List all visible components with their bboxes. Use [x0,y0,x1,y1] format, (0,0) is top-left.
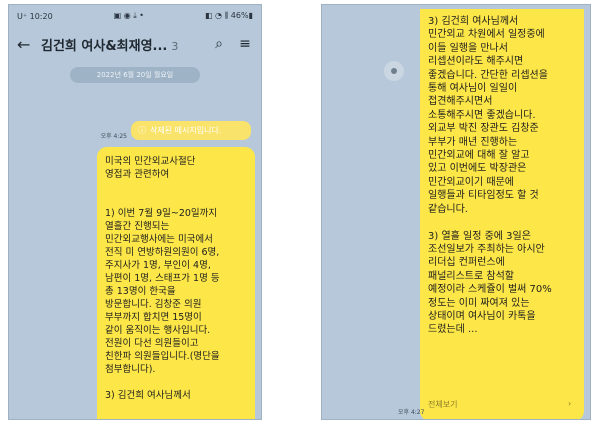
chat-header: ← 김건희 여사&최재영... 3 ⌕ ≡ [9,27,261,61]
back-arrow-icon[interactable]: ← [17,35,31,54]
deleted-message-bubble[interactable]: ⓘ 삭제된 메시지입니다. [131,121,251,140]
status-bar: U⁺ 10:20 ▣ ◉ ⤓ • ◧ ◔ ⫼ 46%▮ [9,5,261,27]
search-icon[interactable]: ⌕ [211,36,227,52]
date-divider: 2022년 6월 20일 월요일 [70,67,200,83]
message-bubble[interactable]: 3) 김건희 여사님께서 민간외교 차원에서 일정중에 이들 일행을 만나서 리… [420,9,584,419]
chat-title-text: 김건희 여사&최재영... [41,38,168,54]
battery-status: ◧ ◔ ⫼ 46%▮ [204,11,253,20]
chevron-right-icon[interactable]: › [568,399,571,408]
avatar-icon [391,68,397,74]
message-time: 오후 4:25 [100,133,127,140]
deleted-message-row: 오후 4:25 ⓘ 삭제된 메시지입니다. [101,121,251,140]
date-text: 2022년 6월 20일 월요일 [96,71,174,79]
view-all-link[interactable]: 전체보기 [428,399,457,410]
chat-screenshot-right: 3) 김건희 여사님께서 민간외교 차원에서 일정중에 이들 일행을 만나서 리… [321,4,591,420]
warning-icon: ⓘ [138,126,146,135]
status-icons: ▣ ◉ ⤓ • [114,11,144,21]
avatar[interactable] [384,61,404,81]
status-time: U⁺ 10:20 [17,11,53,21]
chat-title: 김건희 여사&최재영... 3 [41,35,201,54]
menu-icon[interactable]: ≡ [237,36,253,52]
deleted-message-text: 삭제된 메시지입니다. [150,126,222,135]
member-count: 3 [171,39,179,53]
notification-icons: ▣ ◉ ⤓ • [113,11,145,20]
chat-screenshot-left: U⁺ 10:20 ▣ ◉ ⤓ • ◧ ◔ ⫼ 46%▮ ← 김건희 여사&최재영… [8,4,262,420]
message-bubble[interactable]: 미국의 민간외교사절단 영접과 관련하여 1) 이번 7월 9일~20일까지 열… [97,147,255,419]
message-time: 오후 4:27 [398,409,425,416]
